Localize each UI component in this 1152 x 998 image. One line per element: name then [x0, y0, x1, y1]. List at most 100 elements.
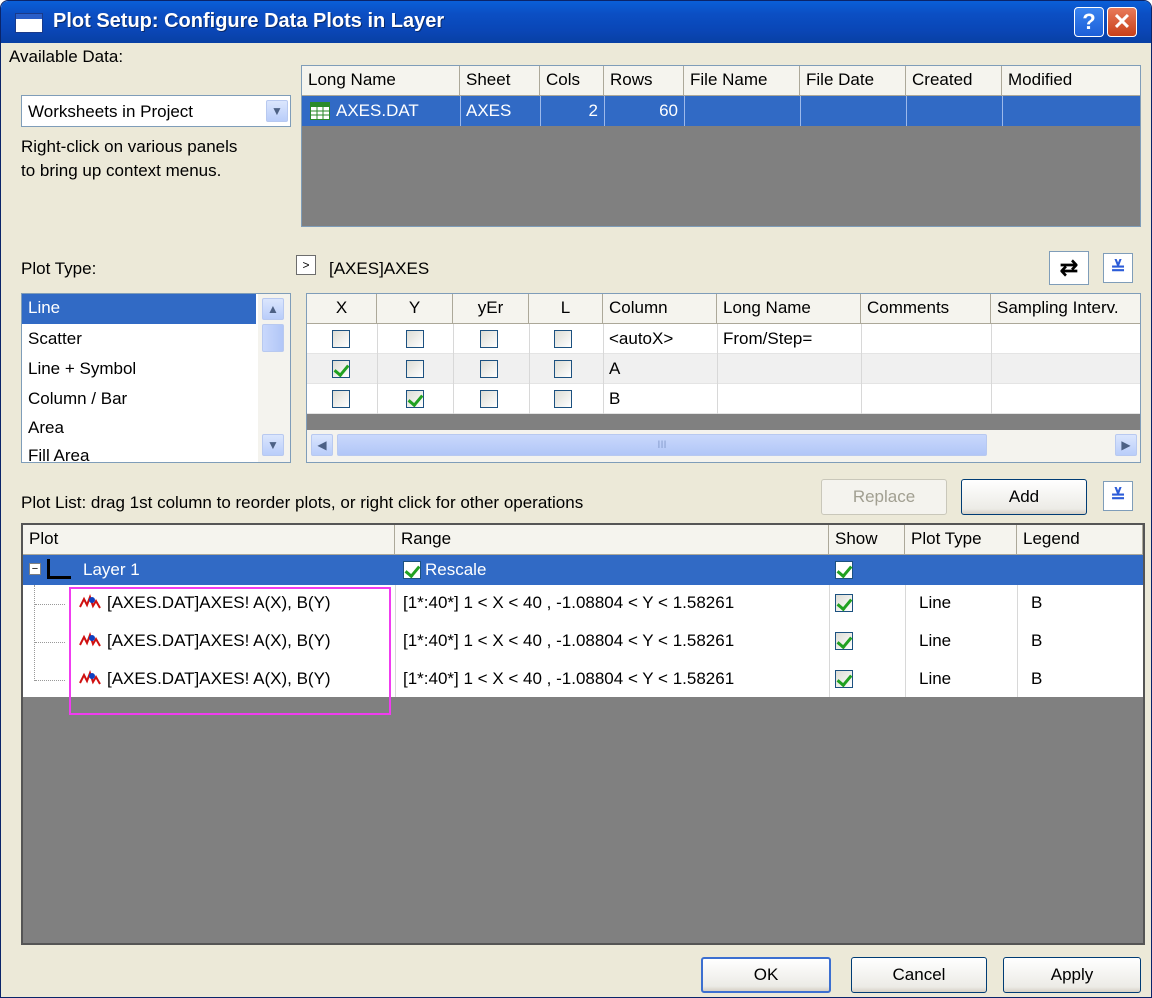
- plot-type: Line: [919, 631, 952, 650]
- col-header-column[interactable]: Column: [603, 294, 717, 324]
- available-data-label: Available Data:: [9, 47, 124, 66]
- y-checkbox[interactable]: [406, 330, 424, 348]
- plot-show-checkbox[interactable]: [835, 632, 853, 650]
- layer-row[interactable]: − Layer 1 Rescale: [23, 555, 1143, 585]
- l-checkbox[interactable]: [554, 360, 572, 378]
- col-header-plot[interactable]: Plot: [23, 525, 395, 555]
- expand-chevron-icon[interactable]: ≚: [1103, 481, 1133, 511]
- col-header-modified[interactable]: Modified: [1002, 66, 1140, 96]
- col-header-long-name[interactable]: Long Name: [302, 66, 460, 96]
- table-row[interactable]: A: [307, 354, 1140, 384]
- ok-button[interactable]: OK: [701, 957, 831, 993]
- hint-text-line1: Right-click on various panels: [21, 137, 238, 156]
- x-checkbox[interactable]: [332, 360, 350, 378]
- horizontal-scrollbar[interactable]: ◀ III ▶: [307, 430, 1140, 462]
- apply-button[interactable]: Apply: [1003, 957, 1141, 993]
- plot-show-checkbox[interactable]: [835, 670, 853, 688]
- collapse-icon[interactable]: −: [29, 563, 41, 575]
- column-long-name: From/Step=: [723, 329, 813, 348]
- col-header-sampling-interval[interactable]: Sampling Interv.: [991, 294, 1140, 324]
- swap-xy-icon[interactable]: ⇄: [1049, 251, 1089, 285]
- title-bar[interactable]: Plot Setup: Configure Data Plots in Laye…: [1, 1, 1151, 43]
- hint-text-line2: to bring up context menus.: [21, 161, 222, 180]
- add-button[interactable]: Add: [961, 479, 1087, 515]
- col-header-sheet[interactable]: Sheet: [460, 66, 540, 96]
- x-checkbox[interactable]: [332, 390, 350, 408]
- plot-type-item-fill-area[interactable]: Fill Area: [22, 442, 256, 463]
- table-row[interactable]: AXES.DAT AXES 2 60: [302, 96, 1140, 126]
- col-header-l[interactable]: L: [529, 294, 603, 324]
- plot-legend: B: [1031, 631, 1043, 650]
- plot-type-item-scatter[interactable]: Scatter: [22, 324, 256, 354]
- dropdown-arrow-icon[interactable]: ▼: [266, 100, 288, 122]
- l-checkbox[interactable]: [554, 330, 572, 348]
- col-header-x[interactable]: X: [307, 294, 377, 324]
- plot-show-checkbox[interactable]: [835, 594, 853, 612]
- scroll-right-icon[interactable]: ▶: [1115, 434, 1137, 456]
- plot-type-item-label: Line: [28, 298, 61, 317]
- expand-sheet-button[interactable]: >: [296, 255, 316, 275]
- available-data-select[interactable]: Worksheets in Project ▼: [21, 95, 291, 127]
- yer-checkbox[interactable]: [480, 390, 498, 408]
- l-checkbox[interactable]: [554, 390, 572, 408]
- close-button[interactable]: ✕: [1107, 7, 1137, 37]
- table-row[interactable]: B: [307, 384, 1140, 414]
- scroll-thumb[interactable]: [262, 324, 284, 352]
- plot-type: Line: [919, 669, 952, 688]
- scroll-up-icon[interactable]: ▲: [262, 298, 284, 320]
- col-header-yer[interactable]: yEr: [453, 294, 529, 324]
- available-data-table[interactable]: Long Name Sheet Cols Rows File Name File…: [301, 65, 1141, 227]
- plot-type-item-line[interactable]: Line: [22, 294, 256, 324]
- available-data-select-value: Worksheets in Project: [28, 102, 194, 121]
- rescale-checkbox[interactable]: [403, 561, 421, 579]
- col-header-file-name[interactable]: File Name: [684, 66, 800, 96]
- collapse-chevron-icon[interactable]: ≚: [1103, 253, 1133, 283]
- y-checkbox[interactable]: [406, 360, 424, 378]
- col-header-rows[interactable]: Rows: [604, 66, 684, 96]
- plot-type-item-column-bar[interactable]: Column / Bar: [22, 384, 256, 414]
- col-header-plot-type[interactable]: Plot Type: [905, 525, 1017, 555]
- x-checkbox[interactable]: [332, 330, 350, 348]
- plot-type-item-area[interactable]: Area: [22, 414, 256, 444]
- plot-legend: B: [1031, 669, 1043, 688]
- scroll-down-icon[interactable]: ▼: [262, 434, 284, 456]
- plot-type-item-label: Column / Bar: [28, 389, 128, 408]
- plot-legend: B: [1031, 593, 1043, 612]
- col-header-file-date[interactable]: File Date: [800, 66, 906, 96]
- layer-axes-icon: [47, 559, 71, 579]
- plot-type-scrollbar[interactable]: ▲ ▼: [258, 294, 290, 462]
- scroll-left-icon[interactable]: ◀: [311, 434, 333, 456]
- yer-checkbox[interactable]: [480, 330, 498, 348]
- replace-button[interactable]: Replace: [821, 479, 947, 515]
- col-header-y[interactable]: Y: [377, 294, 453, 324]
- row-sheet: AXES: [466, 101, 512, 120]
- plot-type-item-line-symbol[interactable]: Line + Symbol: [22, 354, 256, 384]
- help-button[interactable]: ?: [1074, 7, 1104, 37]
- plot-type-item-label: Fill Area: [28, 446, 90, 463]
- row-long-name: AXES.DAT: [336, 101, 419, 120]
- window-title: Plot Setup: Configure Data Plots in Laye…: [53, 10, 445, 32]
- scroll-thumb[interactable]: III: [337, 434, 987, 456]
- yer-checkbox[interactable]: [480, 360, 498, 378]
- plot-type-list[interactable]: Line Scatter Line + Symbol Column / Bar …: [21, 293, 291, 463]
- col-header-cols[interactable]: Cols: [540, 66, 604, 96]
- col-header-show[interactable]: Show: [829, 525, 905, 555]
- row-cols: 2: [588, 101, 598, 120]
- sheet-path-label: [AXES]AXES: [329, 259, 430, 278]
- col-header-created[interactable]: Created: [906, 66, 1002, 96]
- plot-list-table[interactable]: Plot Range Show Plot Type Legend − Layer…: [21, 523, 1145, 945]
- worksheet-icon: [310, 102, 330, 120]
- y-checkbox[interactable]: [406, 390, 424, 408]
- columns-table[interactable]: X Y yEr L Column Long Name Comments Samp…: [306, 293, 1141, 463]
- plot-range: [1*:40*] 1 < X < 40 , -1.08804 < Y < 1.5…: [403, 669, 735, 688]
- table-row[interactable]: <autoX> From/Step=: [307, 324, 1140, 354]
- col-header-legend[interactable]: Legend: [1017, 525, 1143, 555]
- plot-type-label: Plot Type:: [21, 259, 97, 278]
- cancel-button[interactable]: Cancel: [851, 957, 987, 993]
- plot-type-item-label: Line + Symbol: [28, 359, 137, 378]
- plot-type-item-label: Scatter: [28, 329, 82, 348]
- col-header-long-name[interactable]: Long Name: [717, 294, 861, 324]
- layer-show-checkbox[interactable]: [835, 561, 853, 579]
- col-header-range[interactable]: Range: [395, 525, 829, 555]
- col-header-comments[interactable]: Comments: [861, 294, 991, 324]
